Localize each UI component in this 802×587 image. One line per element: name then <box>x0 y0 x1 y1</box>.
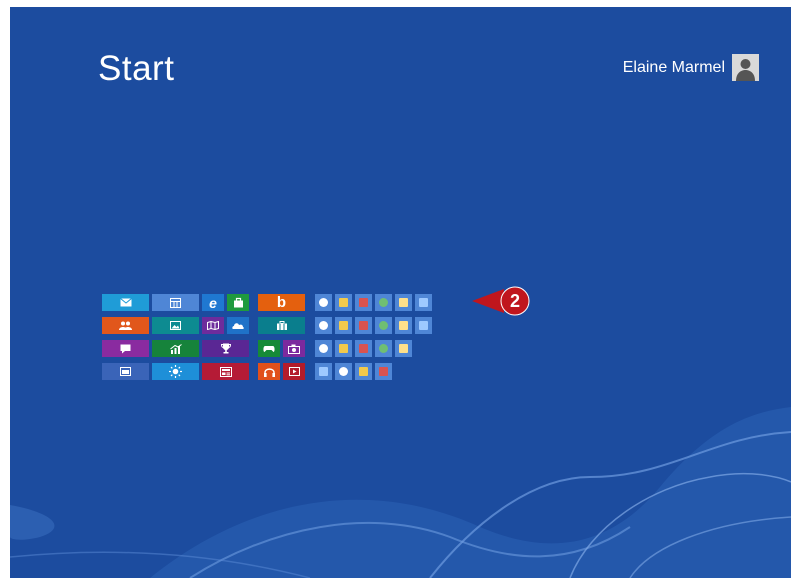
calculator-icon <box>359 321 368 330</box>
tile-sticky-notes[interactable] <box>375 294 392 311</box>
globe-icon <box>419 321 428 330</box>
games-icon <box>263 345 275 352</box>
explorer-icon <box>399 321 408 330</box>
tile-news[interactable] <box>202 363 249 380</box>
tile-powerpoint[interactable] <box>355 340 372 357</box>
news-icon <box>219 366 232 377</box>
tile-media-center[interactable] <box>315 340 332 357</box>
travel-icon <box>276 321 287 330</box>
office-icon <box>419 298 428 307</box>
people-icon <box>119 321 132 330</box>
tile-folder[interactable] <box>335 317 352 334</box>
sticky-notes-icon <box>379 298 388 307</box>
tile-photos[interactable] <box>152 317 199 334</box>
maps-icon <box>207 321 219 330</box>
lync-icon <box>399 344 408 353</box>
messaging-icon <box>120 344 131 353</box>
tile-file[interactable] <box>335 294 352 311</box>
sports-icon <box>220 343 231 354</box>
tile-publisher[interactable] <box>375 340 392 357</box>
excel-icon <box>379 321 388 330</box>
internet-explorer-icon: e <box>209 294 217 311</box>
tile-games[interactable] <box>258 340 280 357</box>
start-screen: Start Elaine Marmel e b 2 <box>10 7 791 578</box>
network-icon <box>339 344 348 353</box>
access-icon <box>399 298 408 307</box>
tile-excel[interactable] <box>375 317 392 334</box>
callout-number: 2 <box>509 291 520 311</box>
tile-sports[interactable] <box>202 340 249 357</box>
video-icon <box>288 367 300 376</box>
tile-user[interactable] <box>335 363 352 380</box>
camera-icon <box>288 344 300 354</box>
tile-mail[interactable] <box>102 294 149 311</box>
music-icon <box>263 367 275 377</box>
wordpad-icon <box>359 298 368 307</box>
file-icon <box>339 298 348 307</box>
media-center-icon <box>319 344 328 353</box>
tile-sharepoint[interactable] <box>375 363 392 380</box>
tile-remote-desktop[interactable] <box>315 317 332 334</box>
bing-icon: b <box>276 294 287 311</box>
desktop-icon <box>120 367 131 376</box>
tools-icon <box>319 367 328 376</box>
tile-messaging[interactable] <box>102 340 149 357</box>
tile-office[interactable] <box>415 294 432 311</box>
tile-lync[interactable] <box>395 340 412 357</box>
photos-icon <box>170 321 181 330</box>
calendar-icon <box>170 297 181 308</box>
tile-paint[interactable] <box>315 294 332 311</box>
mail-icon <box>119 298 132 307</box>
tile-store[interactable] <box>227 294 249 311</box>
tile-calculator[interactable] <box>355 317 372 334</box>
tile-video[interactable] <box>283 363 305 380</box>
remote-desktop-icon <box>319 321 328 330</box>
tile-explorer[interactable] <box>395 317 412 334</box>
tile-camera[interactable] <box>283 340 305 357</box>
finance-icon <box>169 343 182 354</box>
tile-globe[interactable] <box>415 317 432 334</box>
tile-internet-explorer[interactable]: e <box>202 294 224 311</box>
skydrive-icon <box>232 323 244 329</box>
tile-network[interactable] <box>335 340 352 357</box>
tile-travel[interactable] <box>258 317 305 334</box>
tile-calendar[interactable] <box>152 294 199 311</box>
publisher-icon <box>379 344 388 353</box>
tile-wordpad[interactable] <box>355 294 372 311</box>
tile-weather[interactable] <box>152 363 199 380</box>
onenote-icon <box>359 367 368 376</box>
powerpoint-icon <box>359 344 368 353</box>
tile-finance[interactable] <box>152 340 199 357</box>
sharepoint-icon <box>379 367 388 376</box>
weather-icon <box>169 365 182 378</box>
page-title: Start <box>98 49 175 88</box>
tile-access[interactable] <box>395 294 412 311</box>
tile-people[interactable] <box>102 317 149 334</box>
background-swirls <box>10 407 791 578</box>
user-name: Elaine Marmel <box>622 58 725 76</box>
tile-skydrive[interactable] <box>227 317 249 334</box>
tile-music[interactable] <box>258 363 280 380</box>
user-icon <box>339 367 348 376</box>
tile-onenote[interactable] <box>355 363 372 380</box>
folder-icon <box>339 321 348 330</box>
tile-desktop[interactable] <box>102 363 149 380</box>
tile-bing[interactable]: b <box>258 294 305 311</box>
tile-tools[interactable] <box>315 363 332 380</box>
user-account[interactable]: Elaine Marmel <box>623 54 759 81</box>
avatar[interactable] <box>732 54 759 81</box>
store-icon <box>233 297 243 308</box>
paint-icon <box>319 298 328 307</box>
tile-maps[interactable] <box>202 317 224 334</box>
user-silhouette-icon <box>736 59 755 81</box>
